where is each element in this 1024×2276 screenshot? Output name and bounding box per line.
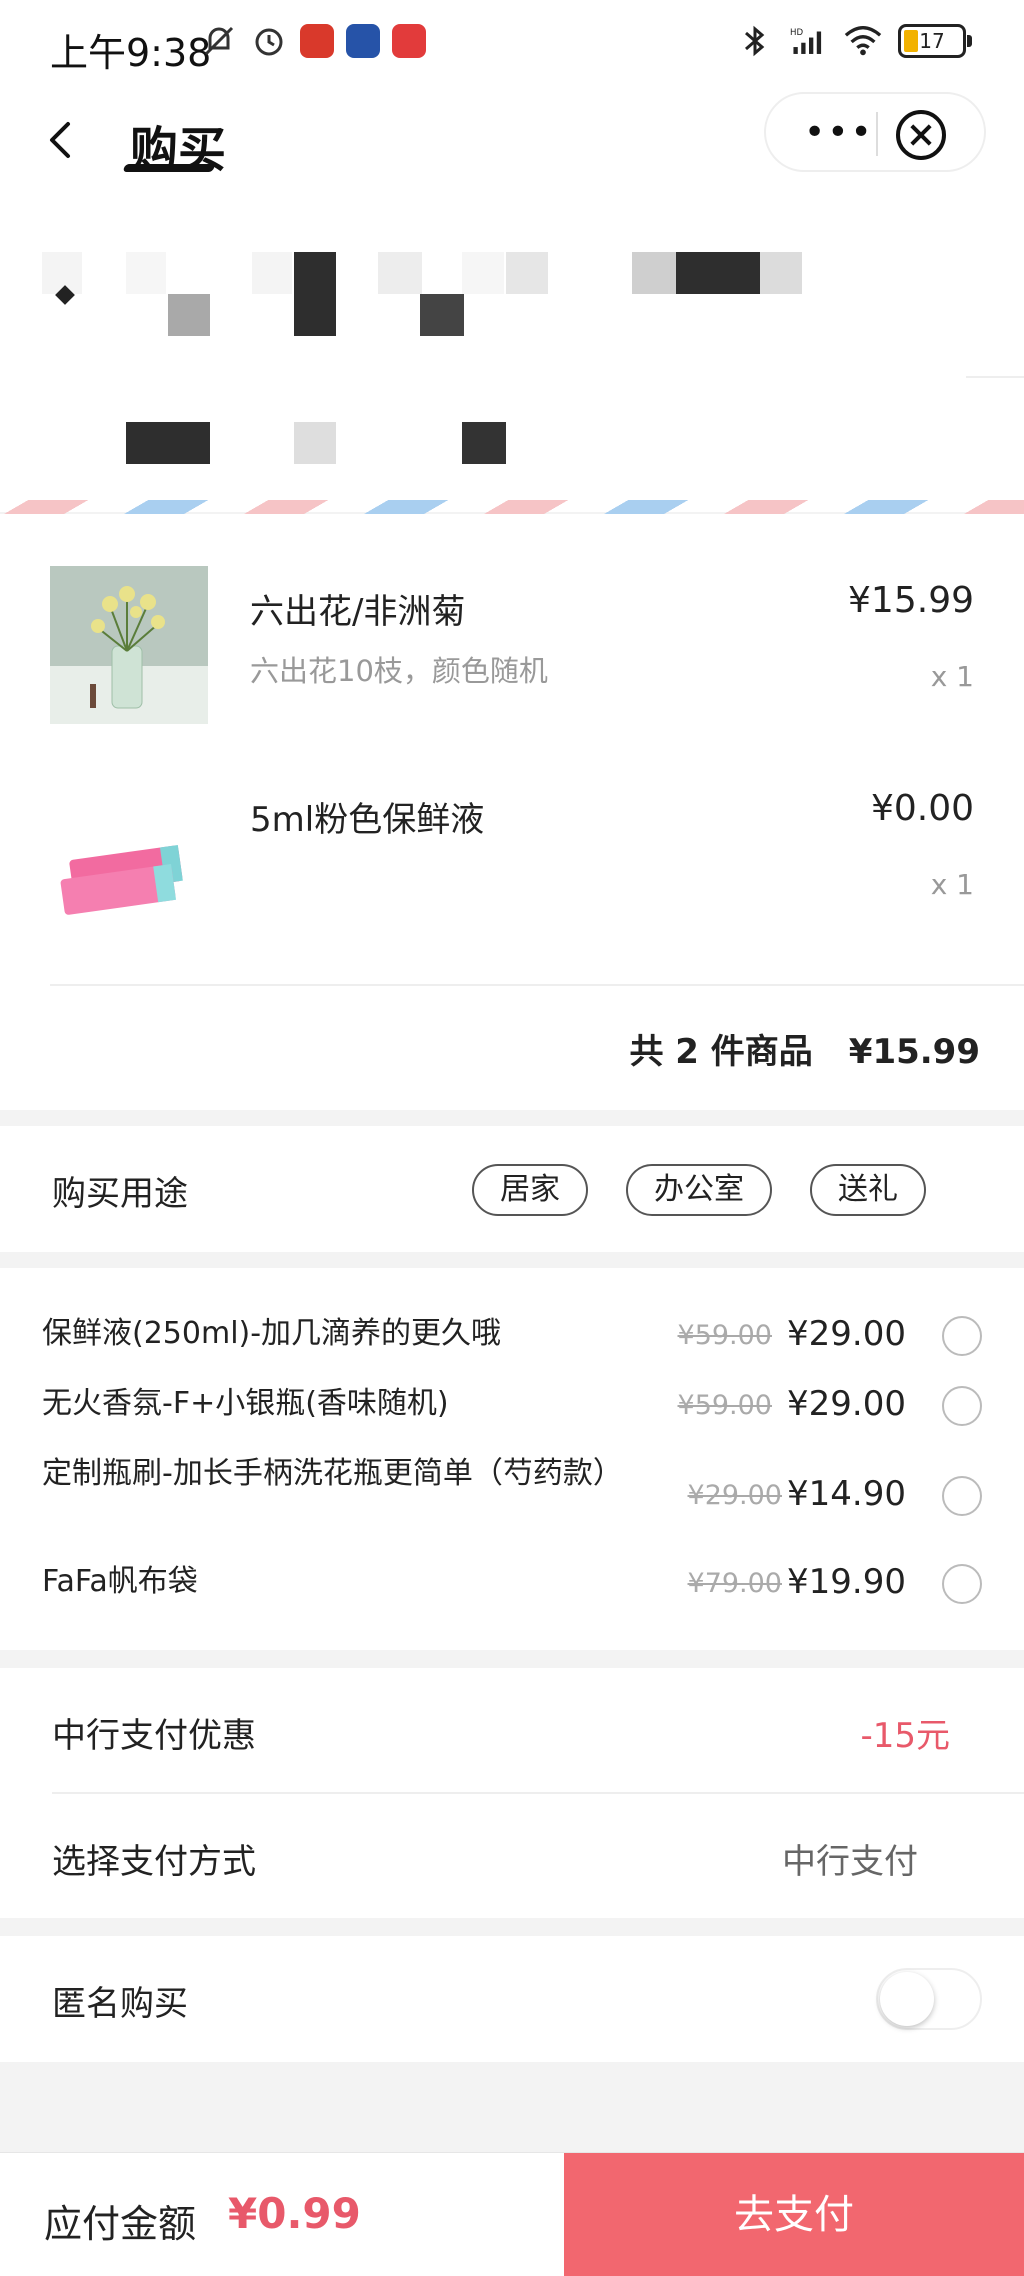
addon-price: ¥29.00 bbox=[787, 1384, 906, 1424]
battery-level: 17 bbox=[919, 29, 945, 53]
addon-radio[interactable] bbox=[942, 1386, 982, 1426]
app-notification-icon bbox=[300, 24, 334, 58]
purpose-label: 购买用途 bbox=[52, 1174, 188, 1214]
addon-name: 保鲜液(250ml)-加几滴养的更久哦 bbox=[42, 1316, 502, 1351]
miniprogram-capsule: ••• bbox=[764, 92, 986, 172]
goods-list: 六出花/非洲菊 六出花10枝，颜色随机 ¥15.99 x 1 5ml粉色保鲜液 … bbox=[0, 514, 1024, 1110]
redacted-block bbox=[462, 422, 506, 464]
addon-name: 定制瓶刷-加长手柄洗花瓶更简单（芍药款） bbox=[42, 1456, 623, 1491]
goods-item[interactable]: 六出花/非洲菊 六出花10枝，颜色随机 ¥15.99 x 1 bbox=[50, 566, 974, 736]
redacted-block bbox=[378, 252, 422, 294]
address-card[interactable] bbox=[0, 212, 1024, 512]
total-price: ¥15.99 bbox=[848, 1032, 980, 1072]
addon-item[interactable]: 无火香氛-F+小银瓶(香味随机) ¥59.00 ¥29.00 bbox=[42, 1384, 982, 1428]
total-count: 共 2 件商品 bbox=[629, 1032, 813, 1072]
redacted-block bbox=[294, 252, 336, 336]
discount-value: -15元 bbox=[860, 1716, 950, 1756]
chevron-left-icon bbox=[50, 122, 70, 158]
addon-old-price: ¥59.00 bbox=[677, 1320, 772, 1351]
product-qty: x 1 bbox=[930, 660, 974, 693]
bluetooth-icon bbox=[736, 22, 774, 60]
nav-header: 购买 ••• bbox=[0, 92, 1024, 212]
addon-radio[interactable] bbox=[942, 1316, 982, 1356]
tag-gift[interactable]: 送礼 bbox=[810, 1164, 926, 1216]
title-underline bbox=[122, 164, 216, 172]
pay-button[interactable]: 去支付 bbox=[564, 2153, 1024, 2276]
amount-due-value: ¥0.99 bbox=[228, 2189, 361, 2238]
status-time: 上午9:38 bbox=[50, 31, 212, 75]
addon-name: 无火香氛-F+小银瓶(香味随机) bbox=[42, 1386, 449, 1421]
addon-item[interactable]: 定制瓶刷-加长手柄洗花瓶更简单（芍药款） ¥29.00 ¥14.90 bbox=[42, 1454, 982, 1538]
notification-icons bbox=[200, 22, 426, 60]
checkout-bar: 应付金额 ¥0.99 去支付 bbox=[0, 2152, 1024, 2276]
product-qty: x 1 bbox=[930, 868, 974, 901]
app-notification-icon bbox=[392, 24, 426, 58]
redacted-block bbox=[126, 422, 210, 464]
addon-old-price: ¥79.00 bbox=[687, 1568, 782, 1599]
payment-discount-row: 中行支付优惠 -15元 bbox=[0, 1668, 1024, 1792]
method-label: 选择支付方式 bbox=[52, 1842, 256, 1882]
addon-list: 保鲜液(250ml)-加几滴养的更久哦 ¥59.00 ¥29.00 无火香氛-F… bbox=[0, 1268, 1024, 1650]
tag-office[interactable]: 办公室 bbox=[626, 1164, 772, 1216]
discount-label: 中行支付优惠 bbox=[52, 1716, 256, 1756]
payment-section: 中行支付优惠 -15元 选择支付方式 中行支付 bbox=[0, 1668, 1024, 1918]
product-price: ¥0.00 bbox=[870, 788, 974, 829]
addon-price: ¥29.00 bbox=[787, 1314, 906, 1354]
system-icons: HD 17 bbox=[736, 22, 972, 60]
signal-icon: HD bbox=[790, 22, 828, 60]
redacted-block bbox=[252, 252, 292, 294]
alarm-icon bbox=[250, 22, 288, 60]
wifi-icon bbox=[844, 22, 882, 60]
capsule-divider bbox=[876, 112, 878, 156]
redacted-block bbox=[126, 252, 166, 294]
goods-total: 共 2 件商品 ¥15.99 bbox=[629, 1024, 980, 1073]
goods-item[interactable]: 5ml粉色保鲜液 ¥0.00 x 1 bbox=[50, 774, 974, 944]
address-divider bbox=[966, 376, 1024, 378]
status-bar: 上午9:38 HD 17 bbox=[0, 0, 1024, 92]
addon-radio[interactable] bbox=[942, 1564, 982, 1604]
anonymous-purchase-row: 匿名购买 bbox=[0, 1936, 1024, 2062]
addon-old-price: ¥29.00 bbox=[687, 1480, 782, 1511]
product-desc: 六出花10枝，颜色随机 bbox=[250, 654, 548, 688]
battery-icon: 17 bbox=[898, 24, 972, 58]
product-name: 5ml粉色保鲜液 bbox=[250, 800, 485, 840]
addon-price: ¥19.90 bbox=[787, 1562, 906, 1602]
tag-home[interactable]: 居家 bbox=[472, 1164, 588, 1216]
svg-text:HD: HD bbox=[790, 28, 803, 38]
anonymous-label: 匿名购买 bbox=[52, 1984, 188, 2024]
amount-due-label: 应付金额 bbox=[44, 2202, 197, 2246]
product-name: 六出花/非洲菊 bbox=[250, 592, 466, 632]
product-image-solution bbox=[50, 774, 208, 932]
method-value: 中行支付 bbox=[782, 1842, 918, 1882]
more-button[interactable]: ••• bbox=[804, 115, 874, 151]
redacted-block bbox=[760, 252, 802, 294]
anonymous-toggle[interactable] bbox=[876, 1968, 982, 2030]
mute-icon bbox=[200, 22, 238, 60]
toggle-knob bbox=[880, 1972, 934, 2026]
goods-divider bbox=[50, 984, 1024, 986]
redacted-block bbox=[168, 294, 210, 336]
addon-price: ¥14.90 bbox=[787, 1474, 906, 1514]
addon-item[interactable]: FaFa帆布袋 ¥79.00 ¥19.90 bbox=[42, 1562, 982, 1606]
redacted-block bbox=[294, 422, 336, 464]
addon-radio[interactable] bbox=[942, 1476, 982, 1516]
close-button[interactable] bbox=[896, 110, 946, 160]
app-notification-icon bbox=[346, 24, 380, 58]
redacted-block bbox=[420, 294, 464, 336]
airmail-border bbox=[0, 500, 1024, 514]
redacted-block bbox=[676, 252, 760, 294]
purchase-purpose: 购买用途 居家 办公室 送礼 bbox=[0, 1126, 1024, 1252]
product-image-flowers bbox=[50, 566, 208, 724]
addon-old-price: ¥59.00 bbox=[677, 1390, 772, 1421]
purpose-tags: 居家 办公室 送礼 bbox=[472, 1164, 926, 1216]
redacted-block bbox=[632, 252, 676, 294]
payment-method-row[interactable]: 选择支付方式 中行支付 bbox=[0, 1794, 1024, 1918]
product-price: ¥15.99 bbox=[848, 580, 974, 621]
addon-name: FaFa帆布袋 bbox=[42, 1564, 198, 1599]
back-button[interactable] bbox=[38, 110, 82, 170]
redacted-block bbox=[462, 252, 504, 294]
redacted-block bbox=[506, 252, 548, 294]
addon-item[interactable]: 保鲜液(250ml)-加几滴养的更久哦 ¥59.00 ¥29.00 bbox=[42, 1314, 982, 1358]
